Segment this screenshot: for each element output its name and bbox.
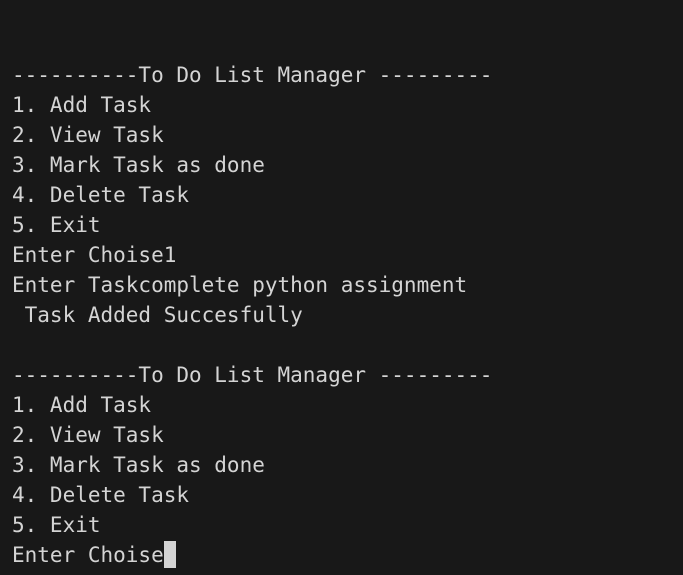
terminal-line: Enter Taskcomplete python assignment bbox=[12, 273, 468, 297]
terminal-line: ----------To Do List Manager --------- bbox=[12, 363, 493, 387]
terminal-line: 3. Mark Task as done bbox=[12, 153, 265, 177]
terminal-line: 1. Add Task bbox=[12, 393, 152, 417]
terminal-line: 2. View Task bbox=[12, 423, 164, 447]
terminal-line: 2. View Task bbox=[12, 123, 164, 147]
terminal-line: 1. Add Task bbox=[12, 93, 152, 117]
terminal-line: ----------To Do List Manager --------- bbox=[12, 63, 493, 87]
terminal-line: 5. Exit bbox=[12, 213, 101, 237]
terminal-line: 4. Delete Task bbox=[12, 183, 190, 207]
terminal-line: Enter Choise1 bbox=[12, 243, 177, 267]
terminal-line: 5. Exit bbox=[12, 513, 101, 537]
terminal-output[interactable]: ----------To Do List Manager --------- 1… bbox=[0, 0, 683, 575]
terminal-line: 3. Mark Task as done bbox=[12, 453, 265, 477]
input-prompt: Enter Choise bbox=[12, 543, 164, 567]
terminal-line: Task Added Succesfully bbox=[12, 303, 303, 327]
text-cursor bbox=[163, 541, 176, 568]
terminal-input-line[interactable]: Enter Choise bbox=[12, 540, 683, 570]
terminal-line: 4. Delete Task bbox=[12, 483, 190, 507]
